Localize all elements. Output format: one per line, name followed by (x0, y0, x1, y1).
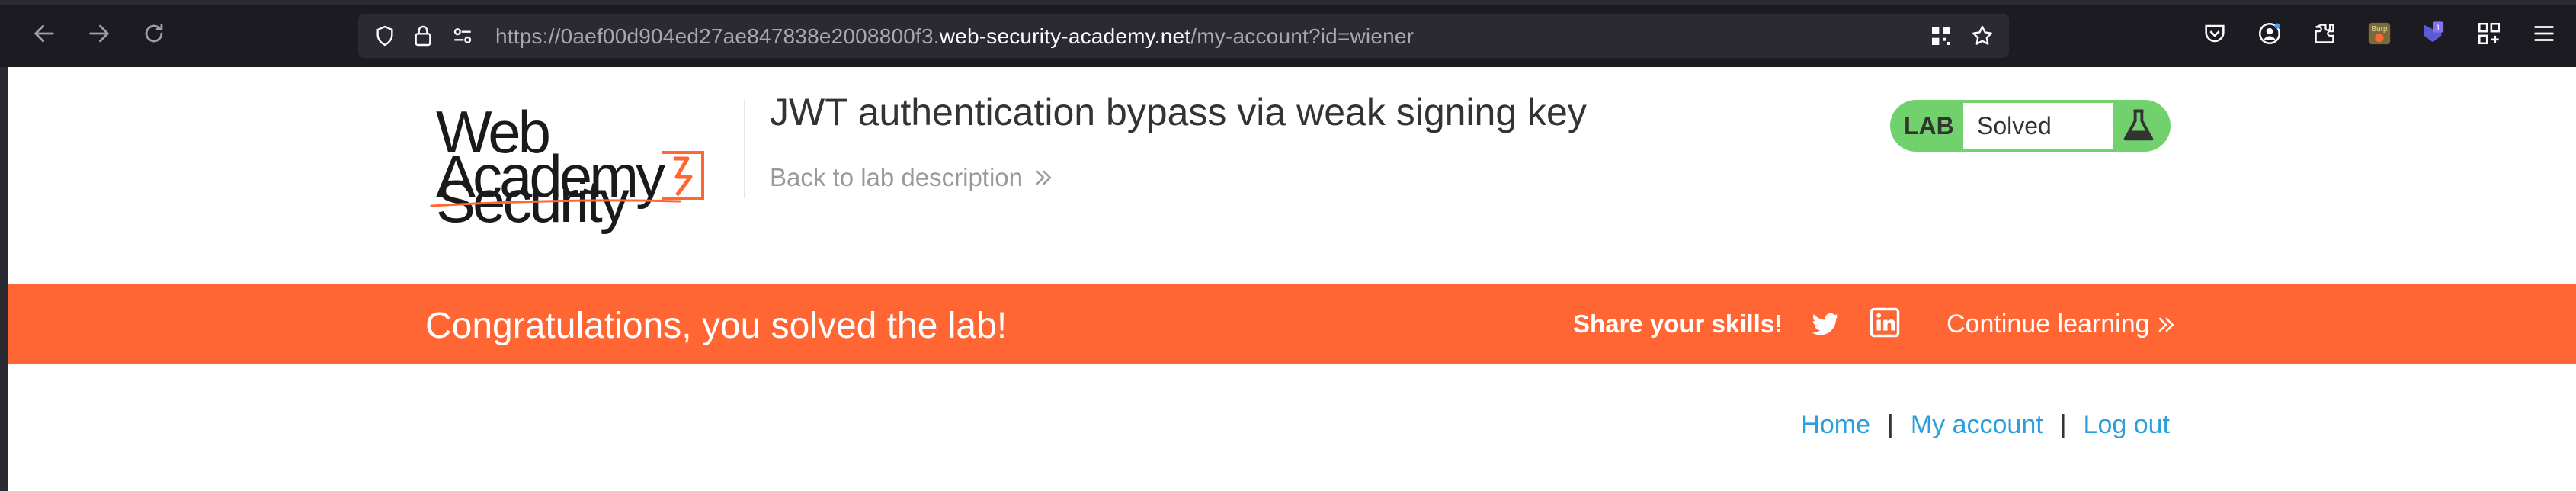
continue-learning-label: Continue learning (1946, 310, 2150, 339)
flask-icon (2123, 109, 2154, 141)
account-icon[interactable] (2254, 18, 2285, 49)
linkedin-icon[interactable] (1869, 306, 1901, 339)
permissions-icon[interactable] (450, 23, 476, 49)
lab-label: LAB (1904, 112, 1954, 140)
double-chevron-right-icon (1036, 170, 1052, 185)
extension-badge-icon[interactable]: 1 (2417, 18, 2448, 49)
congratulations-message: Congratulations, you solved the lab! (425, 306, 1008, 346)
arrow-left-icon (34, 24, 54, 43)
my-account-link[interactable]: My account (1911, 410, 2043, 440)
web-security-academy-logo[interactable]: Web Security Academy (428, 98, 748, 235)
lock-icon[interactable] (410, 23, 436, 49)
log-out-link[interactable]: Log out (2084, 410, 2170, 440)
extension-badge-count: 1 (2436, 24, 2440, 33)
apps-grid-icon[interactable] (2474, 18, 2504, 49)
continue-learning-link[interactable]: Continue learning (1946, 310, 2177, 339)
page-content: Web Security Academy JWT authentication … (8, 67, 2576, 491)
solved-banner: Congratulations, you solved the lab! Sha… (8, 284, 2576, 364)
qr-code-icon[interactable] (1928, 23, 1954, 49)
browser-toolbar: https://0aef00d904ed27ae847838e2008800f3… (0, 0, 2576, 67)
url-domain: web-security-academy.net (939, 24, 1191, 48)
lab-status-badge: LAB Solved (1890, 100, 2171, 152)
reload-icon (145, 24, 163, 43)
nav-separator: | (1887, 410, 1894, 439)
burp-label: Burp (2372, 25, 2388, 34)
url-text[interactable]: https://0aef00d904ed27ae847838e2008800f3… (495, 24, 1414, 49)
shield-icon[interactable] (372, 23, 398, 49)
twitter-icon[interactable] (1809, 308, 1841, 340)
lab-status-box: Solved (1963, 103, 2113, 149)
reload-button[interactable] (136, 15, 172, 52)
arrow-right-icon (89, 24, 109, 43)
share-skills-label: Share your skills! (1573, 310, 1783, 338)
bookmark-star-icon[interactable] (1969, 23, 1995, 49)
tab-strip-edge (0, 0, 2576, 5)
pocket-icon[interactable] (2200, 18, 2230, 49)
account-nav: Home | My account | Log out (1801, 410, 2170, 440)
home-link[interactable]: Home (1801, 410, 1870, 440)
burp-extension-icon[interactable]: Burp (2364, 18, 2395, 49)
back-to-lab-description-link[interactable]: Back to lab description (770, 163, 1055, 192)
url-path: /my-account?id=wiener (1190, 24, 1415, 48)
header-divider (744, 99, 745, 198)
forward-button[interactable] (81, 15, 117, 52)
double-chevron-right-icon (2158, 316, 2174, 332)
back-button[interactable] (26, 15, 62, 52)
lab-title: JWT authentication bypass via weak signi… (770, 91, 1587, 133)
url-prefix: https://0aef00d904ed27ae847838e2008800f3… (495, 24, 940, 48)
back-link-label: Back to lab description (770, 163, 1024, 191)
logo-bolt-icon (430, 151, 704, 207)
lab-status-text: Solved (1977, 112, 2052, 140)
nav-separator: | (2059, 410, 2067, 439)
menu-icon[interactable] (2529, 18, 2559, 49)
extensions-icon[interactable] (2309, 18, 2340, 49)
address-bar[interactable]: https://0aef00d904ed27ae847838e2008800f3… (358, 14, 2009, 58)
window-edge (0, 67, 8, 491)
